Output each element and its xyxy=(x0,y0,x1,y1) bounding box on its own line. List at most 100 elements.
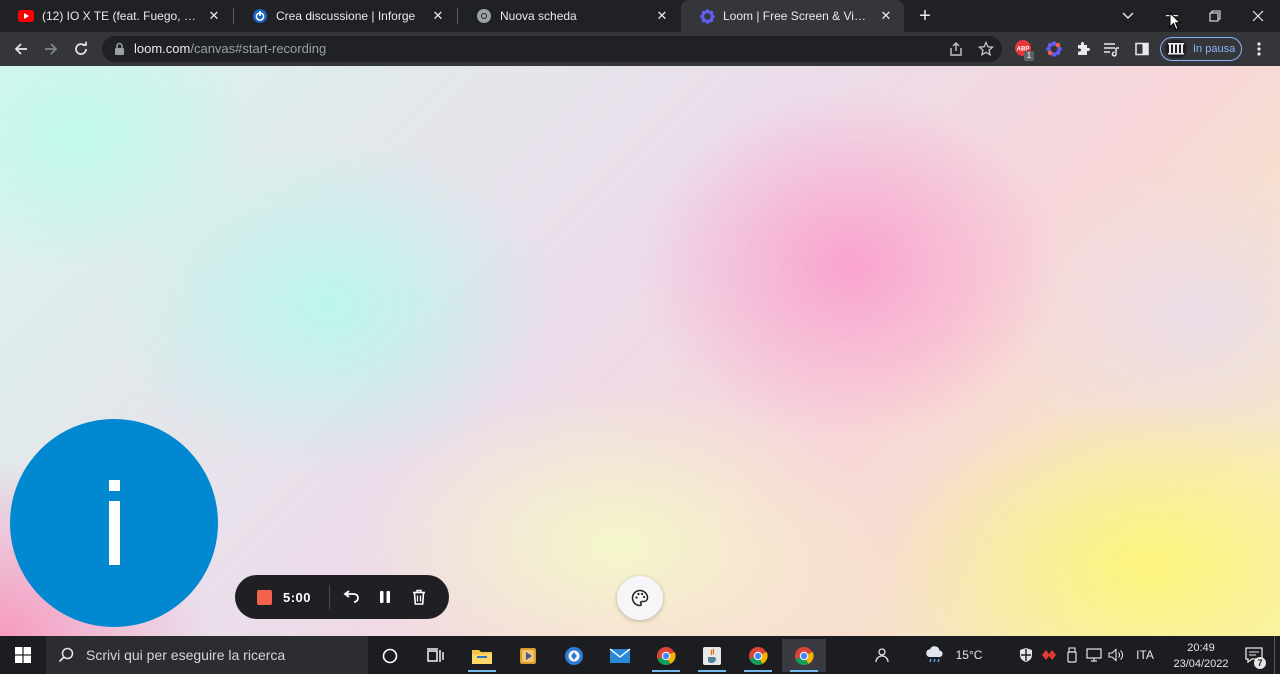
tab-title: Crea discussione | Inforge xyxy=(276,9,416,23)
media-queue-icon xyxy=(1104,43,1119,57)
mail-icon xyxy=(609,647,631,663)
close-tab-icon[interactable]: ✕ xyxy=(430,8,446,24)
security-shield-icon[interactable] xyxy=(1016,636,1036,674)
app-logo-icon xyxy=(565,646,583,665)
mail-button[interactable] xyxy=(598,639,642,672)
taskbar-search[interactable]: Scrivi qui per eseguire la ricerca xyxy=(46,636,368,674)
puzzle-icon xyxy=(1078,42,1090,55)
tab-new-tab[interactable]: Nuova scheda ✕ xyxy=(458,0,680,32)
volume-icon[interactable] xyxy=(1106,636,1126,674)
info-icon xyxy=(109,501,120,565)
url-path: /canvas#start-recording xyxy=(190,41,327,56)
recording-timer: 5:00 xyxy=(283,590,312,605)
bookmark-star-icon[interactable] xyxy=(978,41,994,57)
clock-time: 20:49 xyxy=(1187,642,1215,654)
show-desktop-button[interactable] xyxy=(1274,636,1280,674)
trash-icon xyxy=(413,589,425,605)
info-icon-dot xyxy=(109,480,120,491)
windows-taskbar: Scrivi qui per eseguire la ricerca 15°C xyxy=(0,636,1280,674)
weather-icon-button[interactable] xyxy=(922,636,948,674)
close-window-button[interactable] xyxy=(1236,0,1280,32)
folder-icon xyxy=(472,649,492,664)
red-app-icon xyxy=(1042,650,1056,660)
forward-button[interactable] xyxy=(39,37,63,61)
chrome-taskbar-button-1[interactable] xyxy=(644,639,688,672)
kebab-menu-icon xyxy=(1257,42,1261,56)
tab-loom[interactable]: Loom | Free Screen & Video Recording Sof… xyxy=(681,0,904,32)
task-view-icon xyxy=(427,647,444,662)
app-button-blue[interactable] xyxy=(552,639,596,672)
lock-icon xyxy=(115,42,124,55)
stop-recording-button[interactable] xyxy=(257,590,272,605)
new-tab-button[interactable]: + xyxy=(914,5,936,27)
controls-divider xyxy=(329,585,330,609)
search-icon xyxy=(58,647,74,663)
tab-youtube[interactable]: (12) IO X TE (feat. Fuego, JVLI) - YouTu… xyxy=(0,0,232,32)
chrome-taskbar-button-2[interactable] xyxy=(736,639,780,672)
forward-arrow-icon xyxy=(45,43,58,55)
loom-extension-icon xyxy=(1046,41,1062,57)
media-player-button[interactable] xyxy=(506,639,550,672)
reload-icon xyxy=(75,41,87,55)
app-tray-icon[interactable] xyxy=(1039,636,1059,674)
tab-search-button[interactable] xyxy=(1106,0,1150,32)
tab-title: (12) IO X TE (feat. Fuego, JVLI) - YouTu… xyxy=(42,9,200,23)
usb-eject-icon[interactable] xyxy=(1062,636,1082,674)
close-icon xyxy=(1252,10,1264,22)
tab-inforge[interactable]: Crea discussione | Inforge ✕ xyxy=(234,0,456,32)
restore-button[interactable] xyxy=(1193,0,1237,32)
system-clock[interactable]: 20:49 23/04/2022 xyxy=(1166,640,1236,672)
extensions-button[interactable] xyxy=(1071,37,1095,61)
share-icon[interactable] xyxy=(948,41,964,57)
media-player-icon xyxy=(520,647,536,664)
chrome-taskbar-button-3[interactable] xyxy=(782,639,826,672)
url-host: loom.com xyxy=(134,41,191,56)
input-language[interactable]: ITA xyxy=(1130,636,1160,674)
media-control-button[interactable] xyxy=(1100,37,1124,61)
canvas-theme-button[interactable] xyxy=(617,576,663,620)
side-panel-button[interactable] xyxy=(1130,37,1154,61)
network-icon[interactable] xyxy=(1084,636,1104,674)
tab-strip: (12) IO X TE (feat. Fuego, JVLI) - YouTu… xyxy=(0,0,1280,32)
close-tab-icon[interactable]: ✕ xyxy=(206,8,222,24)
pause-recording-button[interactable] xyxy=(374,586,396,608)
menu-button[interactable] xyxy=(1247,37,1271,61)
close-tab-icon[interactable]: ✕ xyxy=(654,8,670,24)
palette-icon xyxy=(631,589,649,607)
inforge-icon xyxy=(252,8,268,24)
address-bar[interactable]: loom.com/canvas#start-recording xyxy=(102,36,1002,62)
back-button[interactable] xyxy=(9,37,33,61)
pause-icon xyxy=(380,591,390,603)
notification-count: 7 xyxy=(1254,657,1266,669)
delete-recording-button[interactable] xyxy=(408,586,430,608)
cortana-button[interactable] xyxy=(368,639,412,672)
cortana-icon xyxy=(382,648,398,663)
restore-icon xyxy=(1209,10,1221,22)
task-view-button[interactable] xyxy=(413,639,457,672)
adblock-badge: 1 xyxy=(1024,51,1034,61)
reload-button[interactable] xyxy=(69,37,93,61)
camera-bubble[interactable] xyxy=(10,419,218,627)
loom-canvas: 5:00 xyxy=(0,66,1280,636)
profile-status-label: In pausa xyxy=(1193,43,1236,55)
chrome-icon xyxy=(657,646,676,665)
action-center-button[interactable]: 7 xyxy=(1238,636,1270,674)
back-arrow-icon xyxy=(14,43,27,55)
clock-date: 23/04/2022 xyxy=(1173,658,1229,670)
start-button[interactable] xyxy=(0,636,46,674)
java-button[interactable] xyxy=(690,639,734,672)
people-button[interactable] xyxy=(868,636,894,674)
profile-paused-button[interactable]: In pausa xyxy=(1160,37,1242,61)
java-icon xyxy=(703,646,721,665)
adblock-extension-button[interactable]: ABP 1 xyxy=(1012,37,1036,61)
mouse-cursor-icon xyxy=(1169,12,1181,31)
restart-recording-button[interactable] xyxy=(341,586,363,608)
file-explorer-button[interactable] xyxy=(460,639,504,672)
weather-temperature[interactable]: 15°C xyxy=(950,636,988,674)
close-tab-icon[interactable]: ✕ xyxy=(878,8,894,24)
loom-extension-button[interactable] xyxy=(1042,37,1066,61)
tab-title: Loom | Free Screen & Video Recording Sof… xyxy=(723,9,872,23)
loom-icon xyxy=(699,8,715,24)
undo-icon xyxy=(343,590,359,603)
search-placeholder: Scrivi qui per eseguire la ricerca xyxy=(86,647,286,663)
